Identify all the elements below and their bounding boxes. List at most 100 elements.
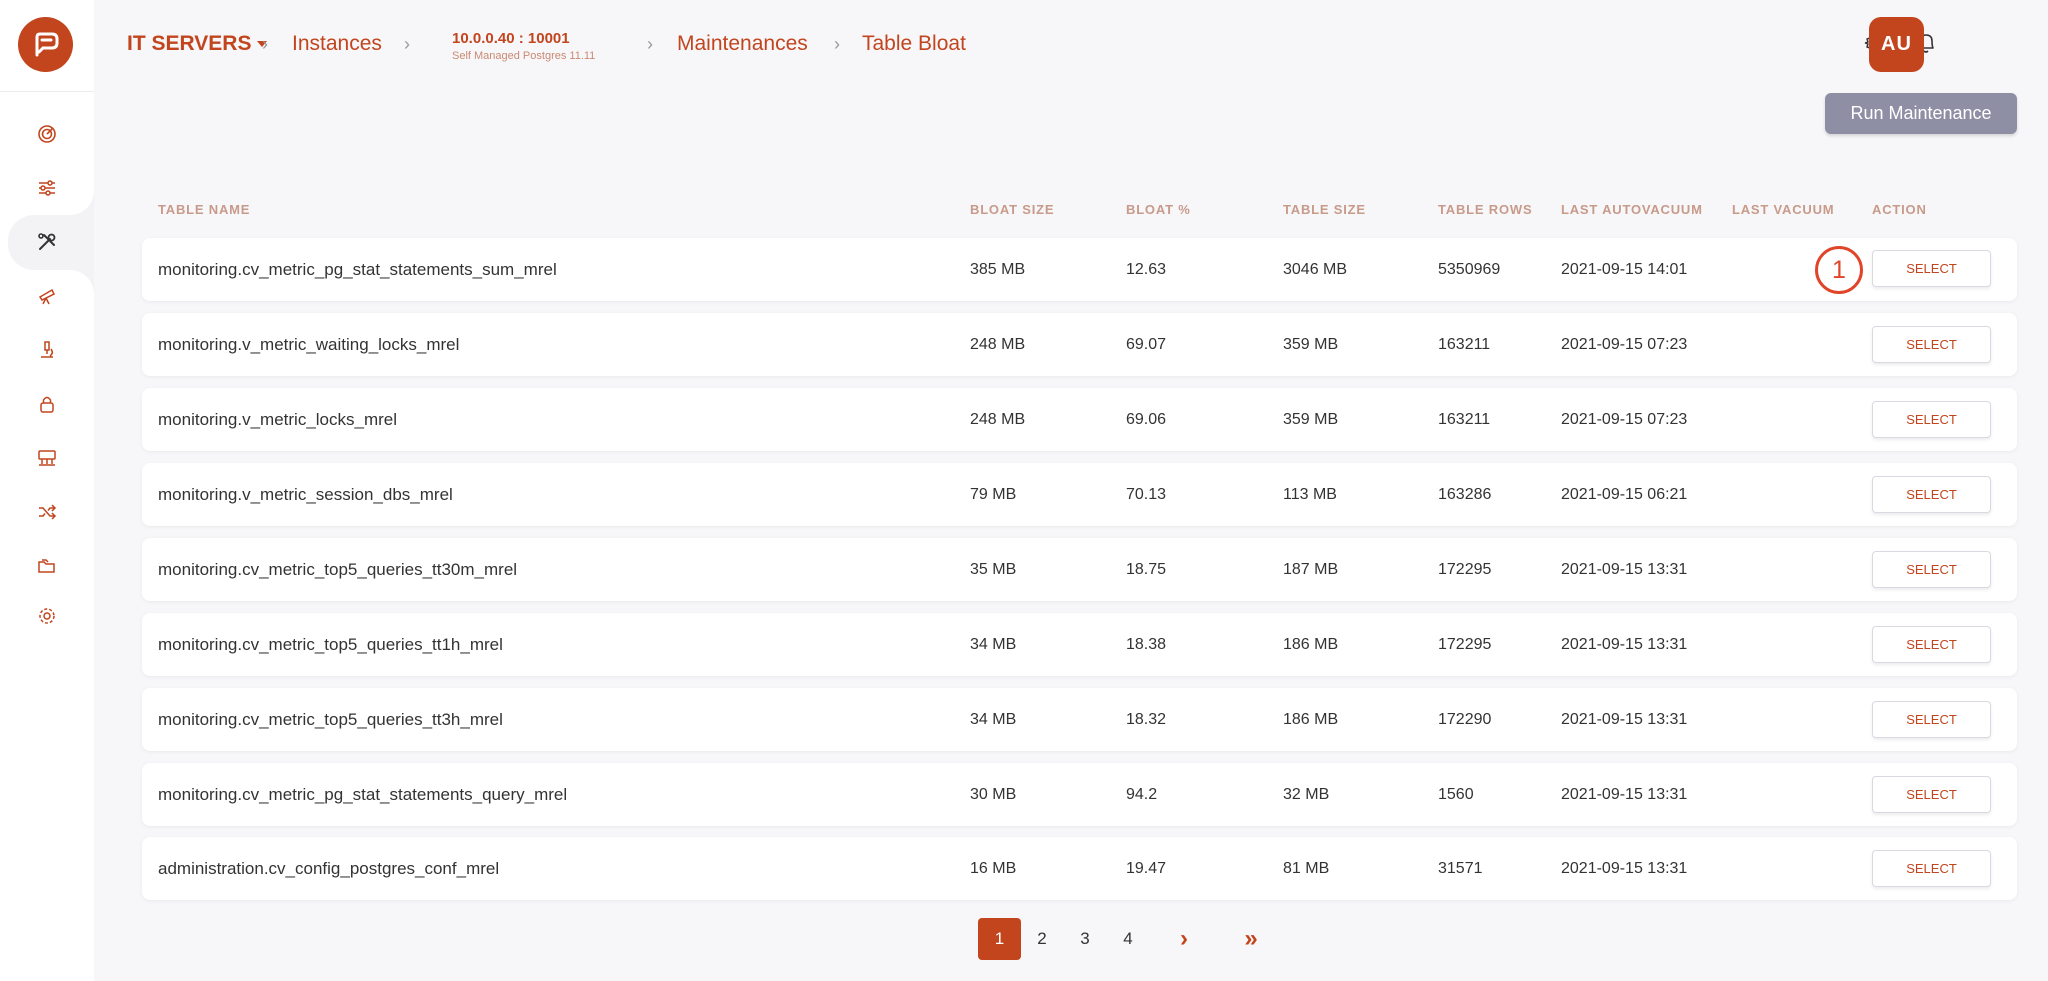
run-maintenance-button[interactable]: Run Maintenance [1825, 93, 2017, 134]
sidebar [0, 0, 94, 981]
breadcrumb-maintenances[interactable]: Maintenances [677, 32, 808, 56]
cell-bloat-size: 34 MB [970, 711, 1017, 728]
last-page-icon[interactable]: » [1236, 918, 1266, 960]
user-avatar[interactable]: AU [1869, 17, 1924, 72]
cell-table-size: 3046 MB [1283, 261, 1348, 278]
cell-table-size: 186 MB [1283, 711, 1339, 728]
cell-bloat-pct: 18.32 [1126, 711, 1167, 728]
cell-bloat-size: 30 MB [970, 786, 1017, 803]
cell-bloat-pct: 18.75 [1126, 561, 1167, 578]
col-bloat-size[interactable]: BLOAT SIZE [970, 202, 1054, 217]
select-button[interactable]: SELECT [1872, 626, 1991, 663]
cell-table-name: monitoring.v_metric_session_dbs_mrel [158, 485, 453, 504]
cell-bloat-pct: 69.06 [1126, 411, 1167, 428]
sidebar-item-observe[interactable] [0, 270, 94, 322]
breadcrumb-separator-icon: › [834, 34, 840, 54]
breadcrumb-separator-icon: › [262, 34, 268, 54]
folders-icon [38, 559, 55, 573]
page-button-1[interactable]: 1 [978, 918, 1021, 960]
page-button-4[interactable]: 4 [1116, 918, 1140, 960]
breadcrumb-instance[interactable]: 10.0.0.40 : 10001 Self Managed Postgres … [452, 30, 595, 62]
sidebar-item-topology[interactable] [0, 432, 94, 484]
sidebar-item-dashboard[interactable] [0, 108, 94, 160]
app-logo[interactable] [18, 17, 73, 72]
col-table-rows[interactable]: TABLE ROWS [1438, 202, 1532, 217]
breadcrumb-group-label: IT SERVERS [127, 32, 252, 55]
col-action: ACTION [1872, 202, 1927, 217]
cell-bloat-size: 35 MB [970, 561, 1017, 578]
table-row: monitoring.v_metric_locks_mrel 248 MB 69… [142, 388, 2017, 451]
select-button[interactable]: SELECT [1872, 551, 1991, 588]
table-row: monitoring.cv_metric_top5_queries_tt1h_m… [142, 613, 2017, 676]
cell-table-size: 187 MB [1283, 561, 1339, 578]
next-page-icon[interactable]: › [1170, 918, 1198, 960]
cell-table-name: monitoring.cv_metric_top5_queries_tt3h_m… [158, 710, 503, 729]
cell-bloat-pct: 70.13 [1126, 486, 1167, 503]
cell-table-rows: 163286 [1438, 486, 1492, 503]
cell-bloat-pct: 19.47 [1126, 860, 1167, 877]
sidebar-item-settings-sliders[interactable] [0, 162, 94, 214]
top-header: IT SERVERS › Instances › 10.0.0.40 : 100… [94, 0, 2048, 92]
col-bloat-pct[interactable]: BLOAT % [1126, 202, 1191, 217]
table-row: monitoring.v_metric_waiting_locks_mrel 2… [142, 313, 2017, 376]
cell-table-rows: 5350969 [1438, 261, 1501, 278]
sidebar-item-routing[interactable] [0, 486, 94, 538]
cell-table-rows: 172295 [1438, 636, 1492, 653]
shuffle-icon [39, 504, 57, 520]
select-button[interactable]: SELECT [1872, 401, 1991, 438]
sidebar-item-security[interactable] [0, 378, 94, 430]
cell-table-rows: 163211 [1438, 336, 1491, 353]
cell-bloat-pct: 94.2 [1126, 786, 1158, 803]
instance-address: 10.0.0.40 : 10001 [452, 30, 570, 47]
table-row: monitoring.cv_metric_top5_queries_tt3h_m… [142, 688, 2017, 751]
sidebar-divider [0, 91, 94, 92]
step-annotation-marker: 1 [1815, 246, 1863, 294]
sidebar-item-configuration[interactable] [0, 590, 94, 642]
tools-icon [38, 233, 56, 250]
page-title: Table Bloat [862, 32, 966, 55]
cell-table-size: 186 MB [1283, 636, 1339, 653]
cell-last-autovacuum: 2021-09-15 07:23 [1561, 411, 1688, 428]
col-table-name[interactable]: TABLE NAME [158, 202, 250, 217]
breadcrumb-instances[interactable]: Instances [292, 32, 382, 56]
instance-type: Self Managed Postgres 11.11 [452, 50, 596, 62]
cell-table-name: monitoring.cv_metric_pg_stat_statements_… [158, 785, 568, 804]
col-last-autovacuum[interactable]: LAST AUTOVACUUM [1561, 202, 1703, 217]
settings-icon [39, 608, 55, 624]
cell-table-name: monitoring.v_metric_waiting_locks_mrel [158, 335, 460, 354]
sidebar-item-analyze[interactable] [0, 324, 94, 376]
breadcrumb-group-dropdown[interactable]: IT SERVERS [127, 32, 268, 56]
cell-bloat-pct: 12.63 [1126, 261, 1167, 278]
col-table-size[interactable]: TABLE SIZE [1283, 202, 1366, 217]
cell-table-size: 359 MB [1283, 411, 1339, 428]
select-button[interactable]: SELECT [1872, 701, 1991, 738]
select-button[interactable]: SELECT [1872, 850, 1991, 887]
select-button[interactable]: SELECT [1872, 776, 1991, 813]
cell-last-autovacuum: 2021-09-15 06:21 [1561, 486, 1688, 503]
select-button[interactable]: SELECT [1872, 326, 1991, 363]
page-button-2[interactable]: 2 [1030, 918, 1054, 960]
cell-table-size: 113 MB [1283, 486, 1337, 503]
cell-bloat-size: 34 MB [970, 636, 1017, 653]
table-row: administration.cv_config_postgres_conf_m… [142, 837, 2017, 900]
cell-table-size: 359 MB [1283, 336, 1339, 353]
sidebar-item-maintenance[interactable] [0, 216, 94, 268]
col-last-vacuum[interactable]: LAST VACUUM [1732, 202, 1834, 217]
table-row: monitoring.v_metric_session_dbs_mrel 79 … [142, 463, 2017, 526]
cell-table-name: administration.cv_config_postgres_conf_m… [158, 859, 500, 878]
logo-icon [35, 32, 58, 56]
cell-last-autovacuum: 2021-09-15 13:31 [1561, 636, 1688, 653]
cell-table-name: monitoring.v_metric_locks_mrel [158, 410, 398, 429]
cell-bloat-pct: 69.07 [1126, 336, 1167, 353]
telescope-icon [38, 288, 56, 305]
sidebar-item-files[interactable] [0, 540, 94, 592]
page-button-3[interactable]: 3 [1073, 918, 1097, 960]
cell-table-rows: 172290 [1438, 711, 1492, 728]
select-button[interactable]: SELECT [1872, 250, 1991, 287]
cell-last-autovacuum: 2021-09-15 07:23 [1561, 336, 1688, 353]
cell-bloat-size: 16 MB [970, 860, 1017, 877]
select-button[interactable]: SELECT [1872, 476, 1991, 513]
cell-table-size: 32 MB [1283, 786, 1330, 803]
cell-bloat-size: 385 MB [970, 261, 1026, 278]
table-row: monitoring.cv_metric_pg_stat_statements_… [142, 763, 2017, 826]
